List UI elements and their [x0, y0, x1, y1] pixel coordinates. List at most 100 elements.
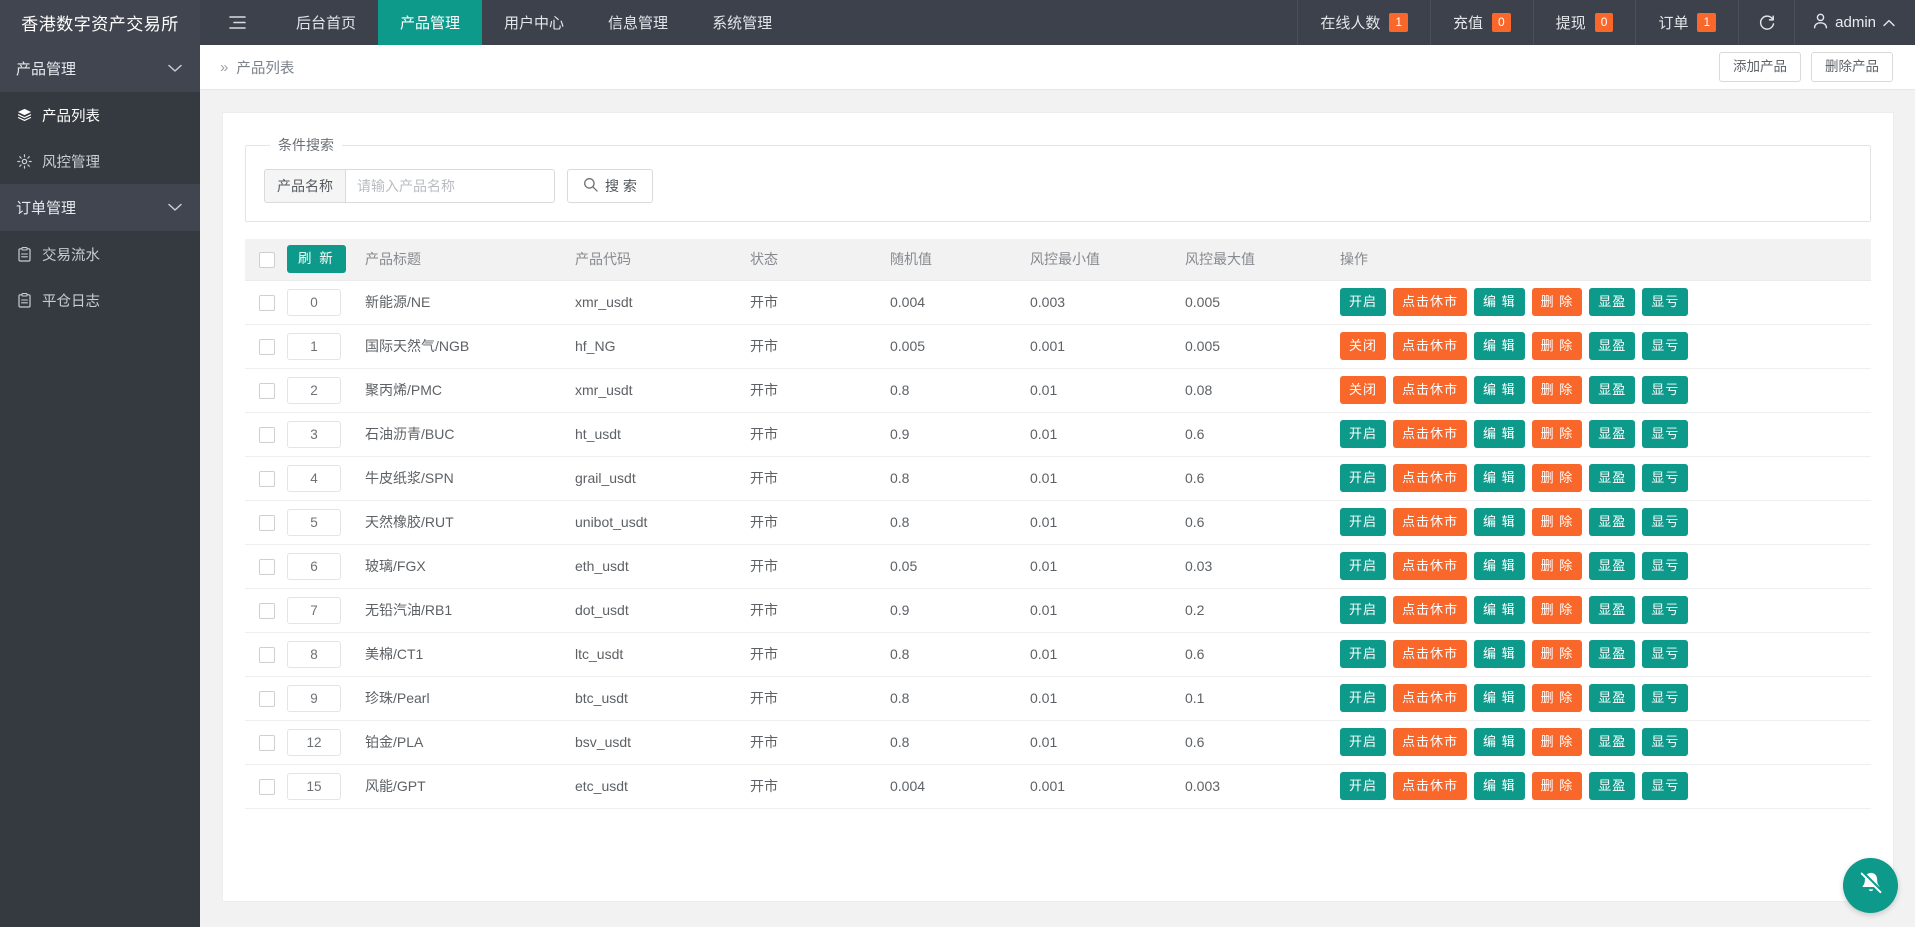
- row-checkbox[interactable]: [259, 734, 275, 751]
- nav-tab-1[interactable]: 产品管理: [378, 0, 483, 45]
- close-market-button[interactable]: 点击休市: [1393, 464, 1468, 492]
- close-market-button[interactable]: 点击休市: [1393, 552, 1468, 580]
- stat-online-users[interactable]: 在线人数 1: [1297, 0, 1430, 45]
- show-profit-button[interactable]: 显盈: [1589, 596, 1636, 624]
- show-profit-button[interactable]: 显盈: [1589, 772, 1636, 800]
- nav-tab-0[interactable]: 后台首页: [274, 0, 378, 45]
- row-checkbox[interactable]: [259, 426, 275, 443]
- row-checkbox[interactable]: [259, 602, 275, 619]
- toggle-status-button[interactable]: 开启: [1340, 728, 1387, 756]
- show-loss-button[interactable]: 显亏: [1642, 728, 1689, 756]
- row-checkbox[interactable]: [259, 338, 275, 355]
- show-profit-button[interactable]: 显盈: [1589, 508, 1636, 536]
- edit-button[interactable]: 编 辑: [1474, 684, 1525, 712]
- toggle-status-button[interactable]: 开启: [1340, 552, 1387, 580]
- edit-button[interactable]: 编 辑: [1474, 376, 1525, 404]
- toggle-status-button[interactable]: 开启: [1340, 420, 1387, 448]
- stat-orders[interactable]: 订单 1: [1635, 0, 1738, 45]
- row-checkbox[interactable]: [259, 778, 275, 795]
- search-input[interactable]: [345, 169, 555, 203]
- sidebar-item-liquidation-log[interactable]: 平仓日志: [0, 277, 200, 323]
- delete-button[interactable]: 删 除: [1531, 288, 1583, 316]
- delete-button[interactable]: 删 除: [1531, 376, 1583, 404]
- notification-mute-fab[interactable]: [1843, 858, 1898, 913]
- edit-button[interactable]: 编 辑: [1474, 772, 1525, 800]
- show-profit-button[interactable]: 显盈: [1589, 420, 1636, 448]
- delete-button[interactable]: 删 除: [1531, 552, 1583, 580]
- edit-button[interactable]: 编 辑: [1474, 552, 1525, 580]
- close-market-button[interactable]: 点击休市: [1393, 640, 1468, 668]
- show-profit-button[interactable]: 显盈: [1589, 376, 1636, 404]
- edit-button[interactable]: 编 辑: [1474, 420, 1525, 448]
- row-checkbox[interactable]: [259, 470, 275, 487]
- close-market-button[interactable]: 点击休市: [1393, 332, 1468, 360]
- row-checkbox[interactable]: [259, 382, 275, 399]
- edit-button[interactable]: 编 辑: [1474, 596, 1525, 624]
- show-profit-button[interactable]: 显盈: [1589, 552, 1636, 580]
- toggle-status-button[interactable]: 开启: [1340, 772, 1387, 800]
- show-loss-button[interactable]: 显亏: [1642, 596, 1689, 624]
- close-market-button[interactable]: 点击休市: [1393, 376, 1468, 404]
- edit-button[interactable]: 编 辑: [1474, 288, 1525, 316]
- close-market-button[interactable]: 点击休市: [1393, 596, 1468, 624]
- edit-button[interactable]: 编 辑: [1474, 508, 1525, 536]
- stat-deposit[interactable]: 充值 0: [1430, 0, 1533, 45]
- show-loss-button[interactable]: 显亏: [1642, 552, 1689, 580]
- edit-button[interactable]: 编 辑: [1474, 640, 1525, 668]
- select-all-checkbox[interactable]: [259, 251, 275, 268]
- toggle-status-button[interactable]: 关闭: [1340, 332, 1387, 360]
- delete-button[interactable]: 删 除: [1531, 728, 1583, 756]
- sidebar-group-order[interactable]: 订单管理: [0, 184, 200, 231]
- stat-withdraw[interactable]: 提现 0: [1532, 0, 1636, 45]
- delete-button[interactable]: 删 除: [1531, 772, 1583, 800]
- row-checkbox[interactable]: [259, 646, 275, 663]
- nav-tab-4[interactable]: 系统管理: [690, 0, 794, 45]
- show-profit-button[interactable]: 显盈: [1589, 728, 1636, 756]
- user-menu[interactable]: admin: [1794, 0, 1915, 45]
- delete-button[interactable]: 删 除: [1531, 684, 1583, 712]
- search-button[interactable]: 搜 索: [567, 169, 653, 203]
- toggle-status-button[interactable]: 开启: [1340, 640, 1387, 668]
- row-checkbox[interactable]: [259, 558, 275, 575]
- show-loss-button[interactable]: 显亏: [1642, 464, 1689, 492]
- close-market-button[interactable]: 点击休市: [1393, 508, 1468, 536]
- row-checkbox[interactable]: [259, 514, 275, 531]
- delete-button[interactable]: 删 除: [1531, 508, 1583, 536]
- edit-button[interactable]: 编 辑: [1474, 464, 1525, 492]
- show-profit-button[interactable]: 显盈: [1589, 684, 1636, 712]
- show-profit-button[interactable]: 显盈: [1589, 464, 1636, 492]
- toggle-status-button[interactable]: 开启: [1340, 464, 1387, 492]
- close-market-button[interactable]: 点击休市: [1393, 728, 1468, 756]
- sidebar-item-product-list[interactable]: 产品列表: [0, 92, 200, 138]
- delete-button[interactable]: 删 除: [1531, 640, 1583, 668]
- add-product-button[interactable]: 添加产品: [1719, 52, 1801, 82]
- close-market-button[interactable]: 点击休市: [1393, 420, 1468, 448]
- show-loss-button[interactable]: 显亏: [1642, 508, 1689, 536]
- close-market-button[interactable]: 点击休市: [1393, 288, 1468, 316]
- show-loss-button[interactable]: 显亏: [1642, 288, 1689, 316]
- row-checkbox[interactable]: [259, 690, 275, 707]
- show-loss-button[interactable]: 显亏: [1642, 640, 1689, 668]
- show-profit-button[interactable]: 显盈: [1589, 332, 1636, 360]
- delete-button[interactable]: 删 除: [1531, 420, 1583, 448]
- toggle-status-button[interactable]: 开启: [1340, 684, 1387, 712]
- close-market-button[interactable]: 点击休市: [1393, 684, 1468, 712]
- toggle-status-button[interactable]: 关闭: [1340, 376, 1387, 404]
- delete-product-button[interactable]: 删除产品: [1811, 52, 1893, 82]
- row-checkbox[interactable]: [259, 294, 275, 311]
- show-loss-button[interactable]: 显亏: [1642, 684, 1689, 712]
- show-loss-button[interactable]: 显亏: [1642, 332, 1689, 360]
- delete-button[interactable]: 删 除: [1531, 464, 1583, 492]
- edit-button[interactable]: 编 辑: [1474, 332, 1525, 360]
- show-loss-button[interactable]: 显亏: [1642, 376, 1689, 404]
- edit-button[interactable]: 编 辑: [1474, 728, 1525, 756]
- close-market-button[interactable]: 点击休市: [1393, 772, 1468, 800]
- show-loss-button[interactable]: 显亏: [1642, 420, 1689, 448]
- delete-button[interactable]: 删 除: [1531, 596, 1583, 624]
- toggle-status-button[interactable]: 开启: [1340, 596, 1387, 624]
- toggle-status-button[interactable]: 开启: [1340, 508, 1387, 536]
- show-profit-button[interactable]: 显盈: [1589, 640, 1636, 668]
- toggle-status-button[interactable]: 开启: [1340, 288, 1387, 316]
- refresh-button[interactable]: 刷 新: [287, 245, 346, 274]
- sidebar-item-transaction-flow[interactable]: 交易流水: [0, 231, 200, 277]
